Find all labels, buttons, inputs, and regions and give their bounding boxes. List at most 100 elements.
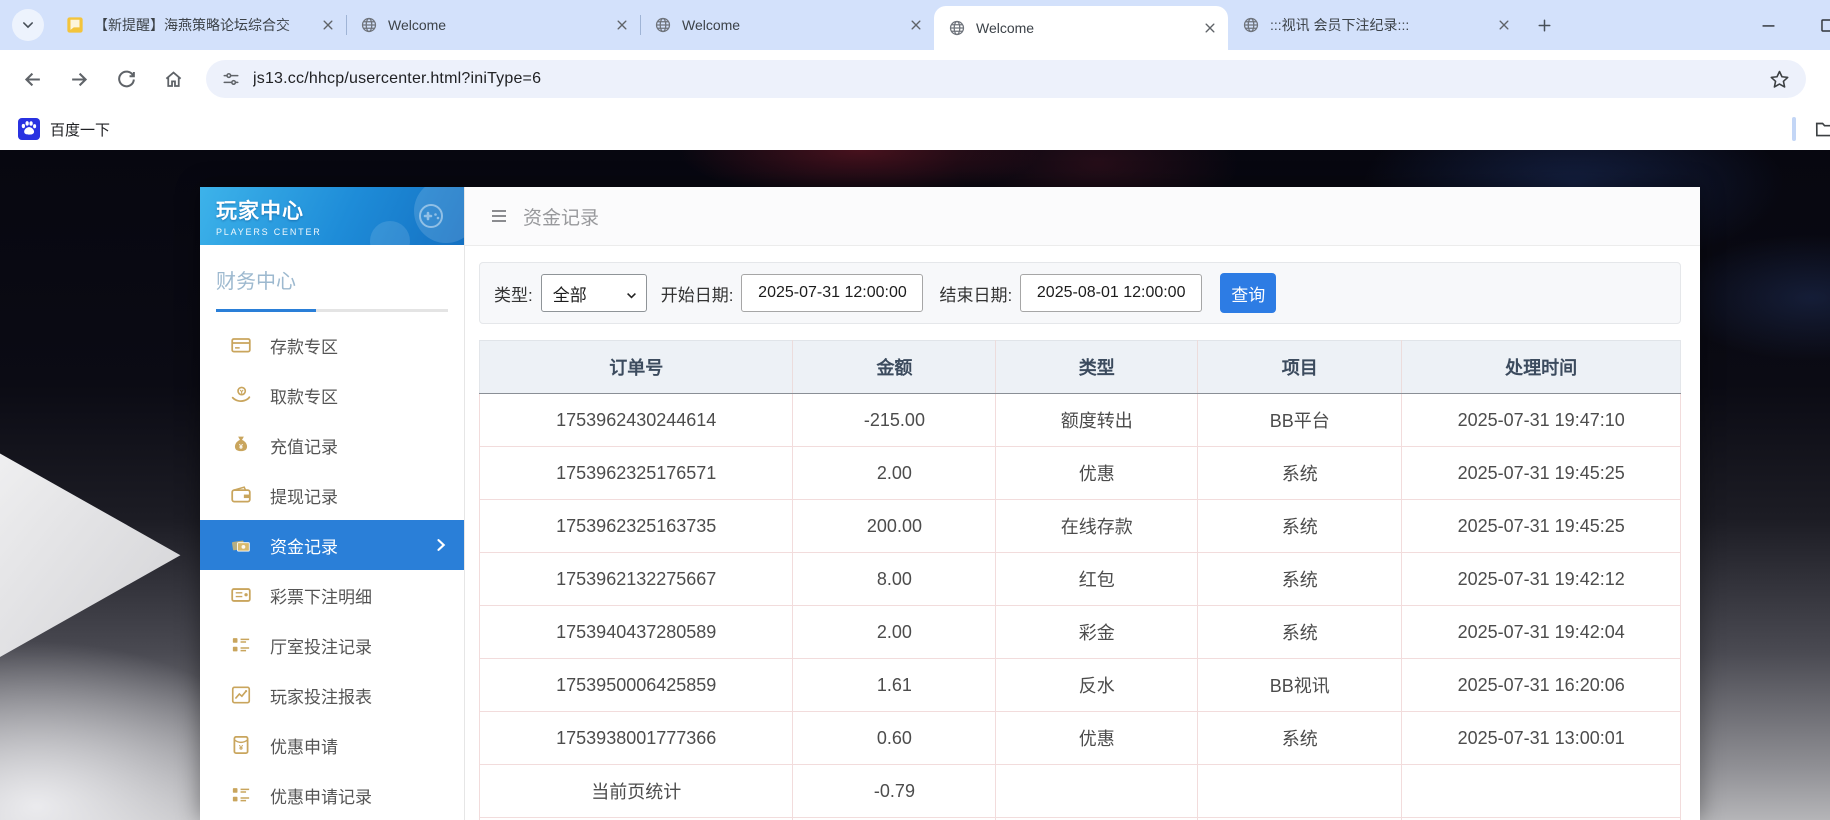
- table-cell: 红包: [995, 552, 1199, 606]
- maximize-button[interactable]: [1817, 15, 1830, 35]
- table-cell: BB视讯: [1197, 658, 1403, 712]
- tab-welcome-3[interactable]: Welcome: [934, 6, 1228, 50]
- tab-search-button[interactable]: [12, 9, 44, 41]
- tab-title: Welcome: [388, 17, 447, 33]
- chart-icon: [230, 684, 252, 706]
- table-cell: 2025-07-31 19:42:12: [1401, 552, 1681, 606]
- sidebar-item-recharge-records[interactable]: ¥ 充值记录: [200, 420, 464, 470]
- card-icon: [230, 334, 252, 356]
- site-info-icon[interactable]: [222, 70, 240, 88]
- sidebar-menu: 存款专区 取款专区 ¥ 充值记录 提现记录 资金记录 彩票下注明细 厅室投注记录 玩家投注报表 ¥…: [200, 312, 464, 820]
- url-text[interactable]: js13.cc/hhcp/usercenter.html?iniType=6: [253, 70, 1769, 88]
- sidebar-section: 财务中心: [200, 245, 464, 312]
- ticket-icon: [230, 584, 252, 606]
- globe-icon: [654, 16, 672, 34]
- end-date-input[interactable]: [1020, 274, 1203, 312]
- tab-welcome-2[interactable]: Welcome: [640, 0, 934, 50]
- reload-icon[interactable]: [116, 69, 137, 90]
- sidebar-item-hall-bet-records[interactable]: 厅室投注记录: [200, 620, 464, 670]
- table-row: 1753962132275667 8.00 红包 系统 2025-07-31 19:42…: [478, 552, 1681, 606]
- sidebar-item-promo-apply[interactable]: ¥ 优惠申请: [200, 720, 464, 770]
- table-cell: BB平台: [1197, 393, 1403, 447]
- bookmark-baidu[interactable]: 百度一下: [10, 115, 118, 143]
- filter-bar: 类型: 全部 开始日期: 结束日期: 查询: [479, 262, 1681, 324]
- hand-coin-icon: [230, 384, 252, 406]
- tab-video-bet-records[interactable]: :::视讯 会员下注纪录:::: [1228, 0, 1522, 50]
- content-body: 类型: 全部 开始日期: 结束日期: 查询 订单号金额类型项: [465, 246, 1700, 820]
- table-cell: 2025-07-31 16:20:06: [1401, 658, 1681, 712]
- sidebar-header: 玩家中心 PLAYERS CENTER: [200, 187, 464, 245]
- tab-title: Welcome: [682, 17, 741, 33]
- table-cell: 优惠: [995, 711, 1199, 765]
- hamburger-icon[interactable]: [489, 206, 509, 226]
- bookmark-star-icon[interactable]: [1769, 69, 1790, 90]
- chevron-down-icon: [23, 22, 33, 29]
- tab-close-icon[interactable]: [1496, 17, 1512, 33]
- column-header: 金额: [792, 340, 997, 394]
- end-date-label: 结束日期:: [939, 285, 1013, 305]
- table-cell: [995, 764, 1199, 818]
- start-date-label: 开始日期:: [660, 285, 734, 305]
- summary-row: 当前页统计 -0.79: [478, 764, 1681, 818]
- folder-icon[interactable]: [1814, 118, 1830, 140]
- tab-close-icon[interactable]: [320, 17, 336, 33]
- query-button[interactable]: 查询: [1220, 273, 1277, 313]
- sidebar-item-promo-apply-records[interactable]: 优惠申请记录: [200, 770, 464, 820]
- table-cell: 2025-07-31 19:47:10: [1401, 393, 1681, 447]
- tab-close-icon[interactable]: [1202, 20, 1218, 36]
- tab-strip: 【新提醒】海燕策略论坛综合交 Welcome Welcome Welcome:::视讯…: [0, 0, 1830, 50]
- tab-close-icon[interactable]: [614, 17, 630, 33]
- forward-icon[interactable]: [69, 69, 90, 90]
- sidebar-item-deposit-zone[interactable]: 存款专区: [200, 320, 464, 370]
- type-label: 类型:: [494, 285, 533, 305]
- sidebar-item-label: 优惠申请记录: [270, 787, 372, 807]
- type-select[interactable]: 全部: [540, 274, 647, 312]
- cards-icon: [230, 534, 252, 556]
- minimize-button[interactable]: [1758, 15, 1778, 35]
- home-icon[interactable]: [163, 69, 184, 90]
- sidebar-item-fund-records[interactable]: 资金记录: [200, 520, 464, 570]
- globe-icon: [1242, 16, 1260, 34]
- new-tab-button[interactable]: [1530, 11, 1558, 39]
- back-icon[interactable]: [22, 69, 43, 90]
- table-cell: 2025-07-31 13:00:01: [1401, 711, 1681, 765]
- column-header: 类型: [995, 340, 1199, 394]
- sidebar-item-withdraw-zone[interactable]: 取款专区: [200, 370, 464, 420]
- column-header: 订单号: [478, 340, 794, 394]
- address-bar[interactable]: js13.cc/hhcp/usercenter.html?iniType=6: [206, 60, 1806, 98]
- gamepad-icon: [414, 199, 448, 233]
- sidebar-item-lottery-bet-details[interactable]: 彩票下注明细: [200, 570, 464, 620]
- table-cell: 0.60: [792, 711, 997, 765]
- globe-icon: [360, 16, 378, 34]
- chevron-right-icon: [432, 536, 450, 554]
- minimize-icon: [1762, 24, 1774, 27]
- baidu-paw-icon: [18, 118, 40, 140]
- select-chevron-icon: [625, 287, 638, 300]
- sidebar-item-label: 资金记录: [270, 537, 338, 557]
- tab-close-icon[interactable]: [908, 17, 924, 33]
- tab-title: Welcome: [976, 20, 1035, 36]
- tab-welcome-1[interactable]: Welcome: [346, 0, 640, 50]
- svg-text:¥: ¥: [239, 743, 244, 752]
- sidebar-item-withdraw-records[interactable]: 提现记录: [200, 470, 464, 520]
- plus-icon: [1538, 19, 1550, 31]
- table-cell: -0.79: [792, 764, 997, 818]
- bookmarks-divider: [1792, 117, 1796, 141]
- table-row: 1753950006425859 1.61 反水 BB视讯 2025-07-31 16:…: [478, 658, 1681, 712]
- table-cell: 1753962430244614: [478, 393, 794, 447]
- browser-toolbar: js13.cc/hhcp/usercenter.html?iniType=6: [0, 50, 1830, 108]
- grid-list-icon: [230, 784, 252, 806]
- fund-records-table: 订单号 金额 类型 项目 处理时间 1753962430244614 -215.00 额度转出…: [478, 340, 1681, 820]
- start-date-input[interactable]: [741, 274, 924, 312]
- table-cell: 2025-07-31 19:45:25: [1401, 499, 1681, 553]
- gift-icon: ¥: [230, 734, 252, 756]
- table-row: 1753940437280589 2.00 彩金 系统 2025-07-31 19:42…: [478, 605, 1681, 659]
- column-header: 项目: [1197, 340, 1403, 394]
- table-cell: 在线存款: [995, 499, 1199, 553]
- background-triangle: [0, 453, 181, 657]
- tab-forum[interactable]: 【新提醒】海燕策略论坛综合交: [52, 0, 346, 50]
- sidebar-item-label: 优惠申请: [270, 737, 338, 757]
- sidebar-item-player-bet-report[interactable]: 玩家投注报表: [200, 670, 464, 720]
- sidebar: 玩家中心 PLAYERS CENTER 财务中心 存款专区取款专区 ¥ 充值记录 提现…: [200, 187, 464, 820]
- sidebar-item-label: 存款专区: [270, 337, 338, 357]
